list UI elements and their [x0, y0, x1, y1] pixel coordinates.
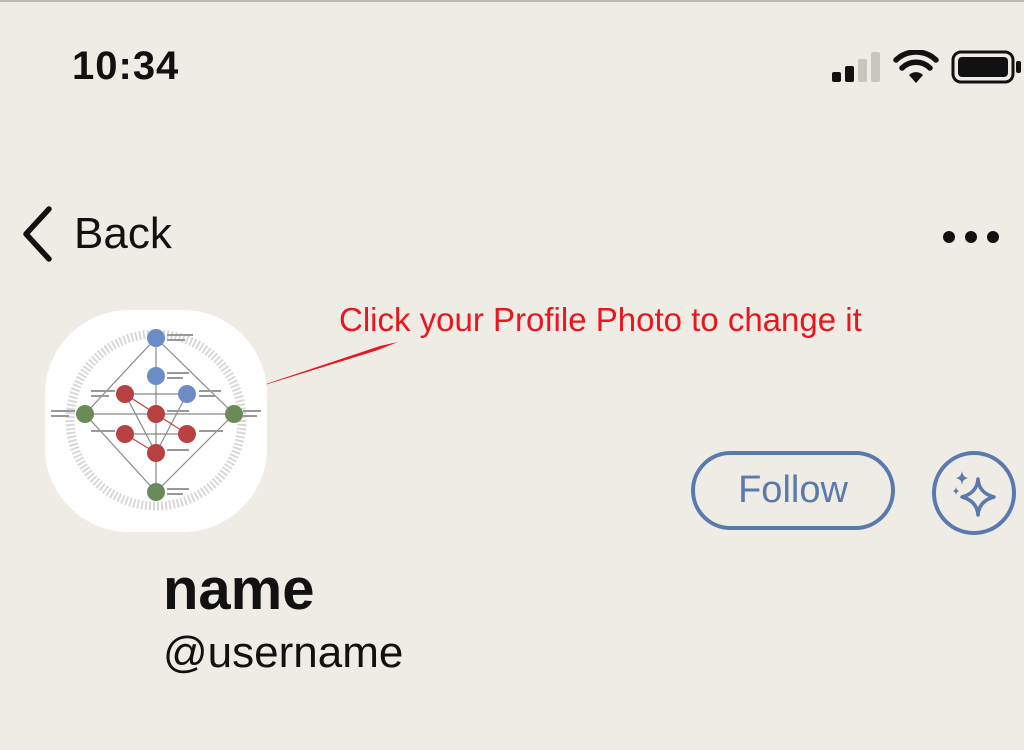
wifi-icon — [893, 50, 939, 83]
chevron-left-icon — [23, 206, 52, 262]
sparkle-button[interactable] — [932, 451, 1016, 535]
profile-name: name — [163, 557, 315, 622]
profile-username: @username — [163, 628, 404, 677]
annotation-text: Click your Profile Photo to change it — [339, 301, 862, 338]
battery-icon — [951, 50, 1021, 84]
back-button[interactable]: Back — [18, 203, 172, 265]
cellular-signal-icon — [832, 52, 884, 82]
back-label: Back — [74, 209, 172, 258]
avatar-image — [45, 310, 267, 532]
profile-avatar[interactable] — [45, 310, 267, 532]
status-time: 10:34 — [72, 44, 180, 88]
ellipsis-icon[interactable] — [938, 222, 1004, 252]
sparkle-icon — [953, 471, 996, 517]
follow-button[interactable]: Follow — [691, 451, 895, 530]
top-divider — [0, 0, 1024, 2]
